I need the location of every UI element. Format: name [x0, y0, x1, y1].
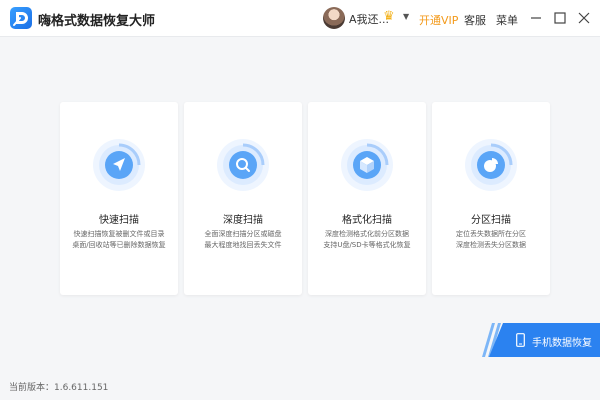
deep-scan-card[interactable]: 深度扫描 全面深度扫描分区或磁盘 最大程度地找回丢失文件	[184, 102, 302, 295]
card-description: 快速扫描恢复被删文件或目录 桌面/回收站等已删除数据恢复	[72, 230, 166, 249]
card-title: 快速扫描	[99, 215, 139, 226]
mobile-recovery-label[interactable]: 手机数据恢复	[532, 334, 592, 349]
partition-scan-card[interactable]: 分区扫描 定位丢失数据所在分区 深度检测丢失分区数据	[432, 102, 550, 295]
menu-link[interactable]: 菜单	[496, 12, 518, 28]
cube-icon	[340, 138, 394, 192]
card-title: 格式化扫描	[342, 215, 392, 226]
card-description: 全面深度扫描分区或磁盘 最大程度地找回丢失文件	[204, 230, 282, 249]
card-description: 深度检测格式化前分区数据 支持U盘/SD卡等格式化恢复	[323, 230, 411, 249]
magnifier-icon	[216, 138, 270, 192]
phone-icon	[516, 333, 525, 347]
customer-service-link[interactable]: 客服	[464, 12, 486, 28]
minimize-button[interactable]	[527, 9, 545, 27]
card-description: 定位丢失数据所在分区 深度检测丢失分区数据	[456, 230, 526, 249]
pie-chart-icon	[464, 138, 518, 192]
open-vip-link[interactable]: 开通VIP	[419, 12, 458, 28]
format-scan-card[interactable]: 格式化扫描 深度检测格式化前分区数据 支持U盘/SD卡等格式化恢复	[308, 102, 426, 295]
quick-scan-card[interactable]: 快速扫描 快速扫描恢复被删文件或目录 桌面/回收站等已删除数据恢复	[60, 102, 178, 295]
maximize-button[interactable]	[551, 9, 569, 27]
chevron-down-icon[interactable]: ▼	[403, 12, 409, 21]
app-logo-icon	[10, 7, 32, 29]
user-avatar[interactable]	[323, 7, 345, 29]
version-label: 当前版本：1.6.611.151	[9, 383, 109, 393]
card-title: 分区扫描	[471, 215, 511, 226]
navigation-arrow-icon	[92, 138, 146, 192]
card-title: 深度扫描	[223, 215, 263, 226]
crown-icon: ♛	[383, 9, 395, 24]
close-button[interactable]	[575, 9, 593, 27]
title-bar: 嗨格式数据恢复大师 A我还... ♛ ▼ 开通VIP 客服 菜单	[0, 0, 600, 37]
app-title: 嗨格式数据恢复大师	[38, 14, 156, 29]
